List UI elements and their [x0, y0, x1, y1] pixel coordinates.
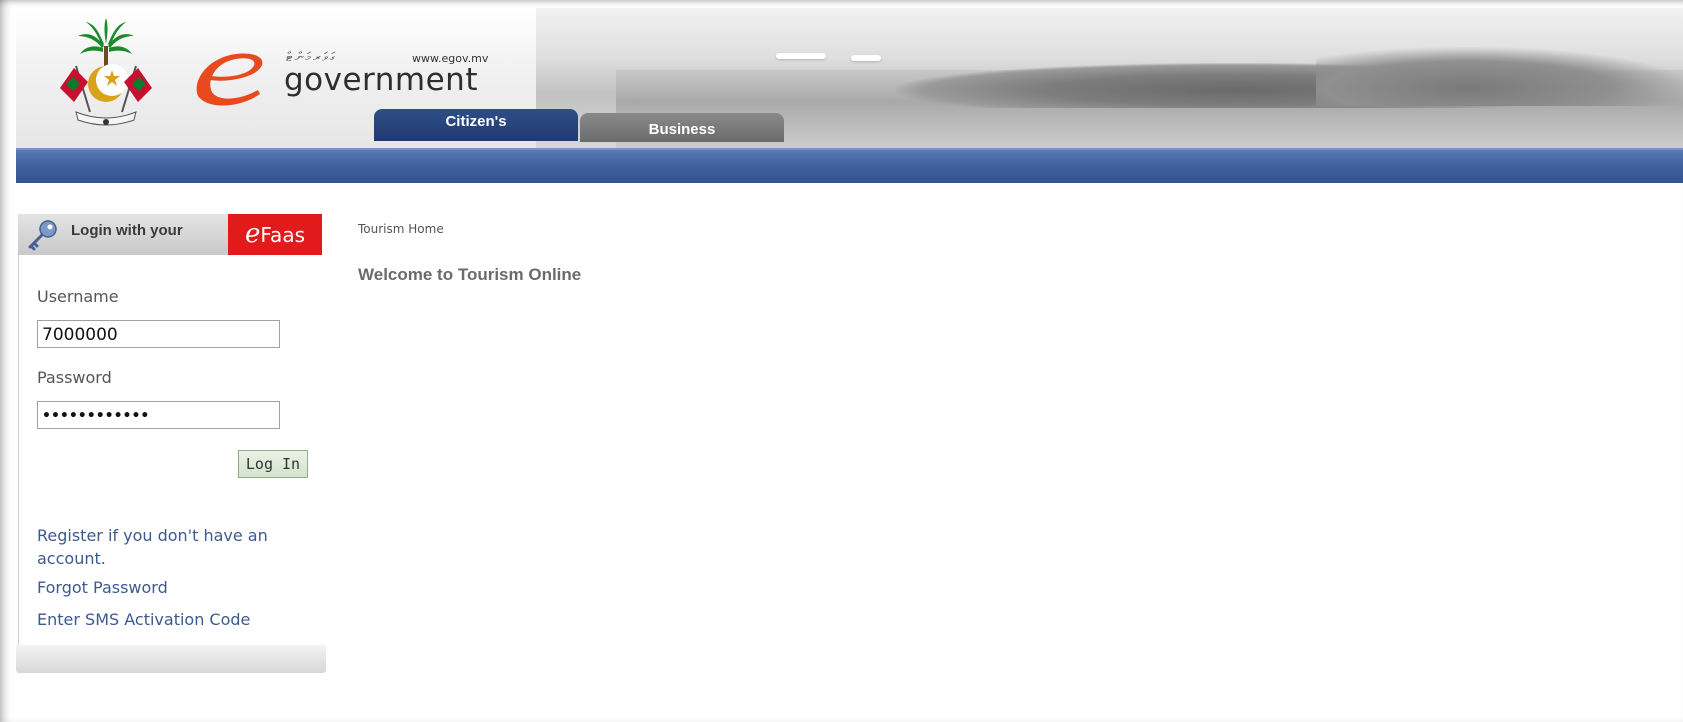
password-label: Password: [37, 368, 112, 387]
brand-text: government: [284, 62, 478, 98]
site-header: ގަވަރމަންޓް www.egov.mv government: [16, 8, 1683, 150]
forgot-password-link[interactable]: Forgot Password: [37, 578, 168, 597]
tab-citizens[interactable]: Citizen's: [374, 109, 578, 141]
boat-decoration: [851, 55, 881, 61]
login-title: Login with your: [71, 222, 183, 239]
header-photo-island-far: [1316, 46, 1683, 106]
username-input[interactable]: 7000000: [37, 320, 280, 348]
navigation-bar: [16, 150, 1683, 183]
login-panel-footer: [16, 645, 326, 673]
breadcrumb[interactable]: Tourism Home: [358, 222, 444, 236]
username-label: Username: [37, 287, 119, 306]
boat-decoration: [776, 53, 826, 59]
key-icon: [28, 220, 57, 251]
password-input[interactable]: ••••••••••••: [37, 401, 280, 429]
tab-business[interactable]: Business: [580, 113, 784, 142]
maldives-emblem-icon: [60, 18, 152, 126]
efaas-logo: eFaas: [228, 214, 322, 255]
page-title: Welcome to Tourism Online: [358, 265, 582, 284]
register-link[interactable]: Register if you don't have an account.: [37, 524, 302, 570]
e-logo-icon: [196, 53, 263, 106]
login-button[interactable]: Log In: [238, 450, 308, 478]
login-panel: [18, 214, 325, 670]
efaas-logo-prefix: e: [245, 219, 261, 249]
efaas-logo-text: Faas: [260, 223, 305, 247]
sms-activation-link[interactable]: Enter SMS Activation Code: [37, 610, 250, 629]
